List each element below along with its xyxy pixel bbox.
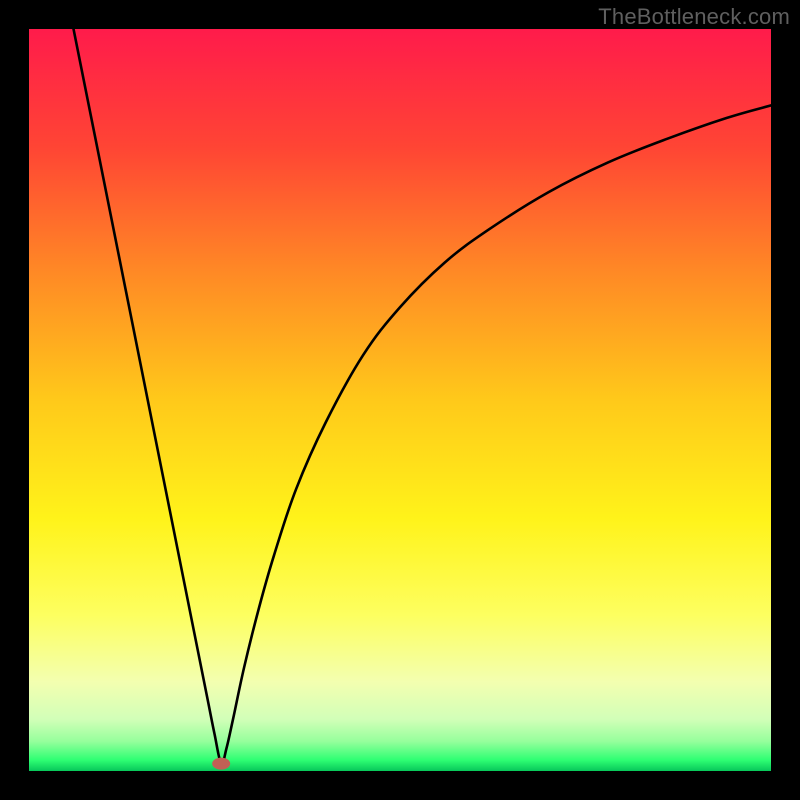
bottleneck-chart xyxy=(29,29,771,771)
watermark-text: TheBottleneck.com xyxy=(598,4,790,30)
chart-frame: TheBottleneck.com xyxy=(0,0,800,800)
minimum-marker xyxy=(212,758,230,770)
